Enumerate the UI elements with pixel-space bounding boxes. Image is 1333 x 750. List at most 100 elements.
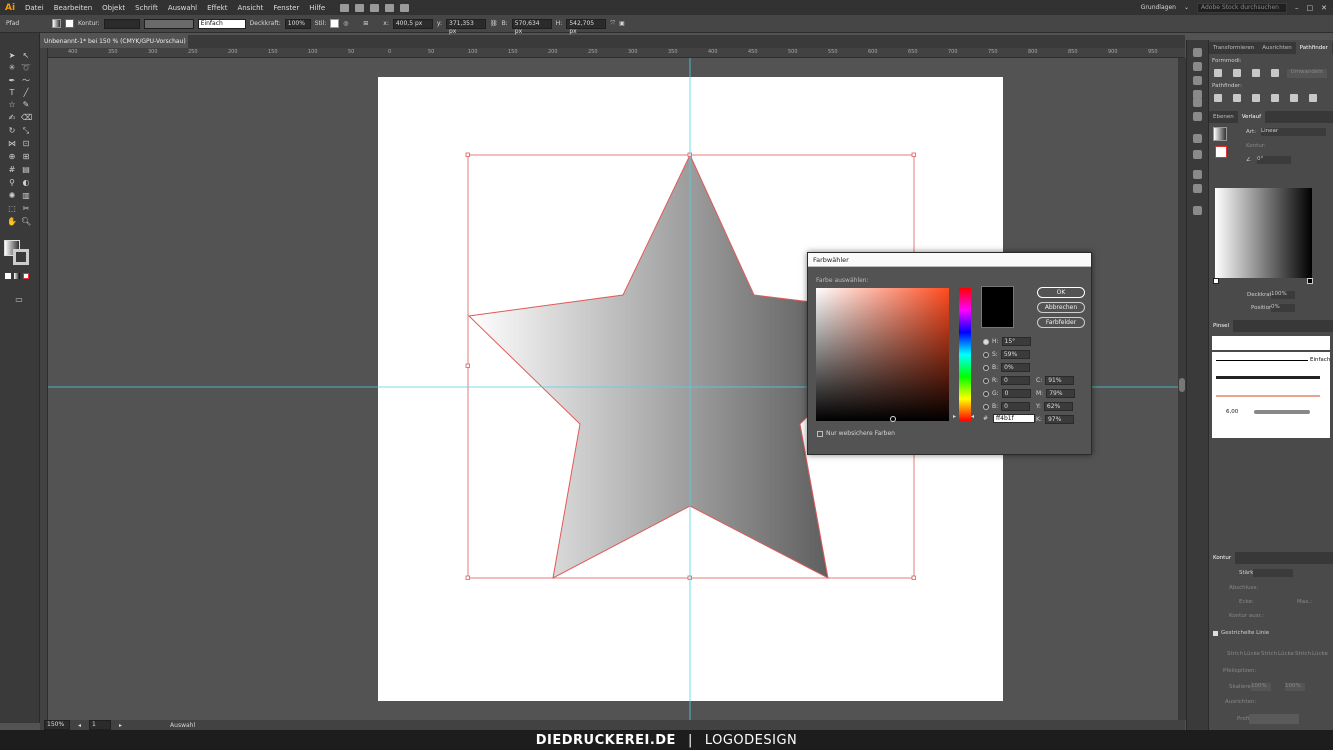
scale-tool-icon[interactable]: ⤡ [21,126,31,135]
arrow-scale-end-field[interactable]: 100% [1285,683,1305,691]
saturation-radio[interactable] [983,351,989,358]
menu-objekt[interactable]: Objekt [97,4,130,12]
fill-swatch[interactable] [52,19,61,28]
graphic-styles-icon[interactable] [1193,112,1202,121]
menu-effekt[interactable]: Effekt [202,4,232,12]
paintbrush-tool-icon[interactable]: ✎ [21,100,31,109]
workspace-switcher[interactable]: Grundlagen [1141,4,1176,11]
brush-list[interactable]: Einfach 6,00 [1212,352,1330,438]
isolate-icon[interactable]: ▣ [619,20,625,27]
column-graph-tool-icon[interactable]: ▥ [21,191,31,200]
close-window-icon[interactable]: ✕ [1321,4,1327,12]
menu-auswahl[interactable]: Auswahl [163,4,202,12]
menu-datei[interactable]: Datei [20,4,49,12]
transparency-panel-icon[interactable] [1193,170,1202,179]
type-tool-icon[interactable]: T [7,88,17,97]
gradient-tool-icon[interactable]: ▤ [21,165,31,174]
bridge-icon[interactable] [340,3,350,12]
layers-panel-icon[interactable] [1193,150,1202,159]
tab-pathfinder[interactable]: Pathfinder [1295,42,1332,54]
slice-tool-icon[interactable]: ✂ [21,204,31,213]
eyedropper-tool-icon[interactable]: ⚲ [7,178,17,187]
color-mode-icon[interactable] [5,273,11,279]
divide-icon[interactable] [1214,94,1222,102]
green-radio[interactable] [983,390,989,397]
document-tab[interactable]: Unbenannt-1* bei 150 % (CMYK/GPU-Vorscha… [40,35,188,58]
color-guide-icon[interactable] [1193,62,1202,71]
shape-builder-tool-icon[interactable]: ⊕ [7,152,17,161]
brightness-field[interactable]: 0% [1001,363,1031,372]
free-transform-tool-icon[interactable]: ⊡ [21,139,31,148]
graphic-style-swatch[interactable] [330,19,340,28]
zoom-field[interactable]: 150% [44,720,70,730]
outline-icon[interactable] [1290,94,1298,102]
menu-schrift[interactable]: Schrift [130,4,163,12]
transform-icon[interactable]: ⤧ [610,20,615,28]
color-panel-icon[interactable] [1193,48,1202,57]
arrange-documents-icon[interactable] [370,3,380,12]
pen-tool-icon[interactable]: ✒ [7,76,17,85]
tab-gradient[interactable]: Verlauf [1237,111,1266,123]
tab-stroke[interactable]: Kontur [1209,552,1236,564]
saturation-brightness-field[interactable] [816,288,949,422]
hue-slider-arrow-right-icon[interactable]: ◂ [971,413,974,420]
hue-slider-arrow-left-icon[interactable]: ▸ [953,413,956,420]
vertical-ruler[interactable] [40,48,48,720]
prev-artboard-icon[interactable]: ◂ [78,722,81,729]
blue-field[interactable]: 0 [1001,402,1031,411]
y-field[interactable]: 371,353 px [446,18,486,35]
gradient-opacity-field[interactable]: 100% [1271,291,1295,299]
shaper-tool-icon[interactable]: ✍ [7,113,17,122]
lasso-tool-icon[interactable]: ➰ [21,63,31,72]
symbol-sprayer-tool-icon[interactable]: ✺ [7,191,17,200]
profile-select[interactable] [1249,714,1299,724]
rotate-tool-icon[interactable]: ↻ [7,126,17,135]
trim-icon[interactable] [1233,94,1241,102]
hand-tool-icon[interactable]: ✋ [7,217,17,226]
dashed-line-checkbox[interactable] [1213,630,1218,636]
width-field[interactable]: 570,634 px [511,18,552,35]
blend-tool-icon[interactable]: ◐ [21,178,31,187]
blue-radio[interactable] [983,403,989,410]
width-tool-icon[interactable]: ⋈ [7,139,17,148]
recolor-icon[interactable]: ◎ [343,20,359,27]
ok-button[interactable]: OK [1037,287,1085,298]
stroke-weight-field[interactable] [1253,569,1293,577]
menu-fenster[interactable]: Fenster [268,4,304,12]
height-field[interactable]: 542,705 px [566,18,607,35]
send-icon[interactable] [400,3,410,12]
gradient-stroke-thumb[interactable] [1215,146,1227,158]
brush-definition-field[interactable]: Einfach [197,18,246,29]
position-field[interactable]: 0% [1271,304,1295,312]
hex-field[interactable]: ff4b1f [993,414,1035,423]
gradient-stop-left[interactable] [1213,278,1219,284]
perspective-grid-tool-icon[interactable]: ⊞ [21,152,31,161]
menu-bearbeiten[interactable]: Bearbeiten [49,4,97,12]
magic-wand-tool-icon[interactable]: ✳ [7,63,17,72]
tab-align[interactable]: Ausrichten [1258,45,1295,51]
maximize-icon[interactable]: □ [1307,4,1314,12]
tab-layers[interactable]: Ebenen [1209,114,1238,120]
zoom-tool-icon[interactable]: 🔍︎ [21,217,31,226]
gradient-type-select[interactable]: Linear [1261,128,1326,136]
brushes-panel-icon[interactable] [1193,98,1202,107]
mesh-tool-icon[interactable]: # [7,165,17,174]
scrollbar-thumb[interactable] [1179,378,1185,392]
exclude-icon[interactable] [1271,69,1279,77]
align-icon[interactable]: ⊞ [363,20,379,27]
line-tool-icon[interactable]: ╱ [21,88,31,97]
export-panel-icon[interactable] [1193,206,1202,215]
expand-button[interactable]: Umwandeln [1287,69,1327,78]
gradient-stop-right[interactable] [1307,278,1313,284]
color-picker-marker[interactable] [890,416,896,422]
swatches-button[interactable]: Farbfelder [1037,317,1085,328]
next-artboard-icon[interactable]: ▸ [119,722,122,729]
hue-radio[interactable] [983,338,989,345]
angle-field[interactable]: 0° [1257,156,1291,164]
sync-icon[interactable] [385,3,395,12]
intersect-icon[interactable] [1252,69,1260,77]
cyan-field[interactable]: 91% [1045,376,1075,385]
crop-icon[interactable] [1271,94,1279,102]
x-field[interactable]: 400,5 px [392,18,433,29]
swatches-panel-icon[interactable] [1193,76,1202,85]
